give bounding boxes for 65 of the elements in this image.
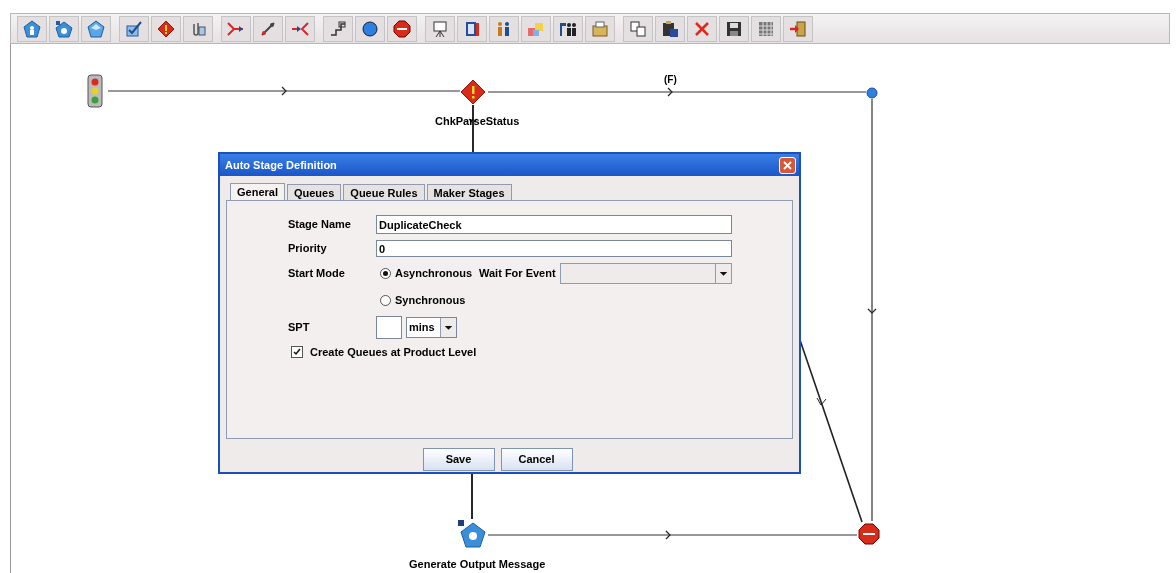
save-icon bbox=[725, 19, 743, 38]
stage-name-field[interactable]: DuplicateCheck bbox=[376, 215, 732, 234]
toolbar-button[interactable] bbox=[489, 15, 519, 42]
junction-circle-icon[interactable] bbox=[866, 87, 878, 99]
easel-icon bbox=[431, 19, 449, 38]
spt-field[interactable] bbox=[376, 316, 402, 339]
arrows-split-icon bbox=[291, 19, 309, 38]
dialog-button[interactable]: Save bbox=[422, 448, 495, 471]
radio-button[interactable] bbox=[380, 268, 391, 279]
book-icon bbox=[463, 19, 481, 38]
radio-label: Asynchronous bbox=[395, 266, 472, 282]
connector bbox=[471, 472, 473, 520]
window-title: Auto Stage Definition bbox=[225, 157, 337, 173]
checkbox[interactable] bbox=[291, 346, 303, 359]
paste-icon bbox=[661, 19, 679, 38]
pentagon-person-icon bbox=[23, 19, 41, 38]
pentagon-icon bbox=[87, 19, 105, 38]
copy-icon bbox=[629, 19, 647, 38]
toolbar-button[interactable] bbox=[355, 15, 385, 42]
decision-diamond-icon[interactable] bbox=[460, 79, 486, 105]
circle-icon bbox=[361, 19, 379, 38]
checkbox-label: Create Queues at Product Level bbox=[310, 345, 477, 360]
steps-icon bbox=[329, 19, 347, 38]
priority-field[interactable]: 0 bbox=[376, 240, 732, 257]
toolbar-button[interactable] bbox=[49, 15, 79, 42]
exit-icon bbox=[789, 19, 807, 38]
tab[interactable]: Queue Rules bbox=[343, 184, 425, 200]
toolbar-button[interactable] bbox=[253, 15, 283, 42]
pentagon-task-icon[interactable] bbox=[458, 520, 486, 548]
field-label: Start Mode bbox=[288, 266, 346, 282]
field-label: Wait For Event bbox=[479, 266, 556, 282]
node-label: Generate Output Message bbox=[409, 557, 546, 572]
stop-sign-icon[interactable] bbox=[858, 523, 880, 545]
toolbar-button[interactable] bbox=[719, 15, 749, 42]
tab[interactable]: Queues bbox=[286, 184, 342, 200]
toolbar-button[interactable] bbox=[655, 15, 685, 42]
dialog-button[interactable]: Cancel bbox=[500, 448, 573, 471]
caret-icon bbox=[440, 318, 456, 337]
traffic-light-icon[interactable] bbox=[84, 74, 106, 108]
unit-dropdown[interactable]: mins bbox=[406, 317, 457, 338]
toolbar-button[interactable] bbox=[119, 15, 149, 42]
arrows-merge-icon bbox=[227, 19, 245, 38]
folder-icon bbox=[591, 19, 609, 38]
field-label: Priority bbox=[288, 241, 328, 257]
toolbar-button[interactable] bbox=[553, 15, 583, 42]
pen-check-icon bbox=[125, 19, 143, 38]
close-icon bbox=[783, 160, 792, 170]
tab[interactable]: Maker Stages bbox=[426, 184, 512, 200]
pentagon-gear-icon bbox=[55, 19, 73, 38]
radio-label: Synchronous bbox=[395, 292, 466, 308]
grid-icon bbox=[757, 19, 775, 38]
diamond-question-icon bbox=[157, 19, 175, 38]
toolbar-button[interactable] bbox=[457, 15, 487, 42]
close-button[interactable] bbox=[779, 156, 796, 174]
stop-sign-icon bbox=[393, 19, 411, 38]
field-label: SPT bbox=[288, 320, 311, 336]
link-icon bbox=[259, 19, 277, 38]
delete-icon bbox=[693, 19, 711, 38]
toolbar-button[interactable] bbox=[151, 15, 181, 42]
checkmark-icon bbox=[293, 348, 301, 357]
field-label: Stage Name bbox=[288, 217, 352, 233]
toolbar-button[interactable] bbox=[387, 15, 417, 42]
radio-button[interactable] bbox=[380, 294, 391, 306]
edge-label: (F) bbox=[664, 73, 677, 87]
tab[interactable]: General bbox=[230, 183, 285, 200]
